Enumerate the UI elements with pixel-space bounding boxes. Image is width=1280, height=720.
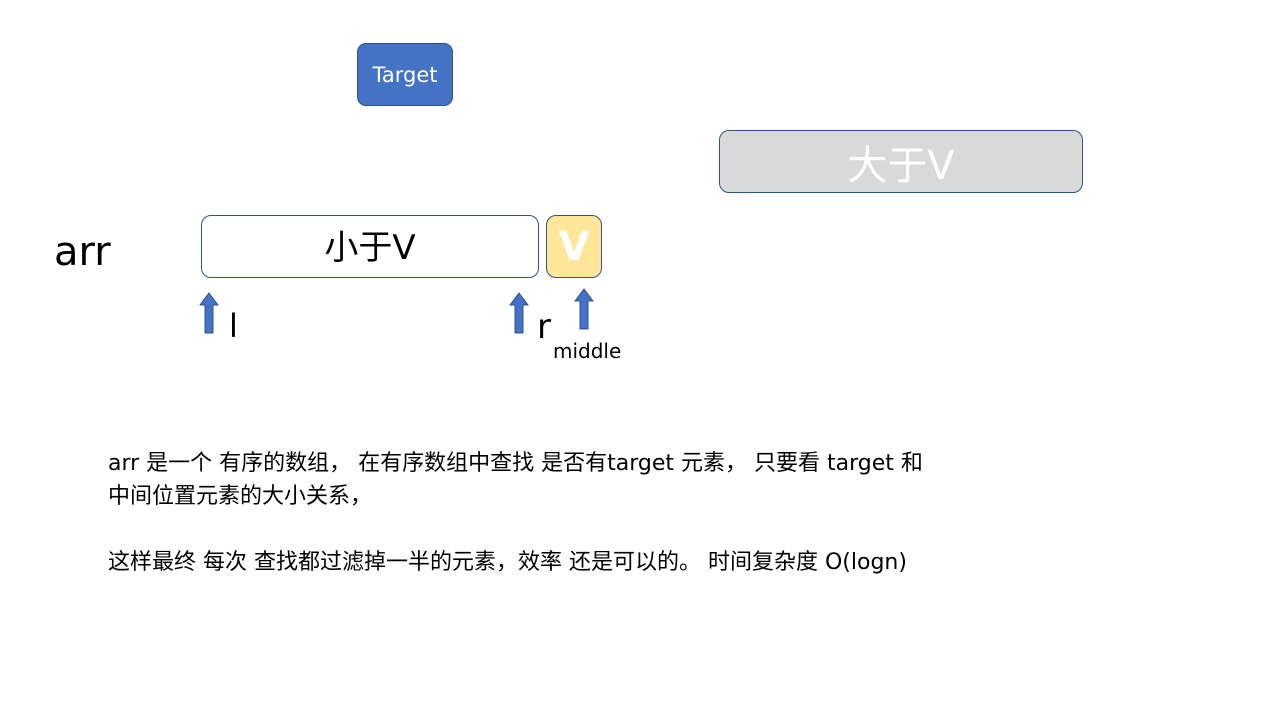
less-than-v-label: 小于V bbox=[324, 228, 416, 268]
description-text: arr 是一个 有序的数组， 在有序数组中查找 是否有target 元素， 只要… bbox=[108, 447, 1108, 579]
arrow-middle-icon bbox=[574, 288, 594, 330]
target-label: Target bbox=[372, 62, 438, 87]
target-box: Target bbox=[357, 43, 453, 106]
v-element-label: V bbox=[558, 223, 590, 270]
arrow-r-icon bbox=[509, 292, 529, 334]
greater-than-v-label: 大于V bbox=[847, 142, 955, 189]
v-element-box: V bbox=[546, 215, 602, 278]
arr-label: arr bbox=[54, 229, 111, 275]
description-line-1: arr 是一个 有序的数组， 在有序数组中查找 是否有target 元素， 只要… bbox=[108, 451, 923, 476]
description-line-3: 这样最终 每次 查找都过滤掉一半的元素，效率 还是可以的。 时间复杂度 O(lo… bbox=[108, 550, 907, 575]
slide: Target 大于V arr 小于V V l r middle arr 是一个 … bbox=[0, 0, 1280, 720]
description-line-2: 中间位置元素的大小关系， bbox=[108, 484, 373, 509]
greater-than-v-box: 大于V bbox=[719, 130, 1083, 193]
r-pointer-label: r bbox=[537, 307, 551, 347]
less-than-v-box: 小于V bbox=[201, 215, 539, 278]
middle-pointer-label: middle bbox=[553, 339, 622, 363]
l-pointer-label: l bbox=[229, 307, 238, 345]
arrow-l-icon bbox=[199, 292, 219, 334]
